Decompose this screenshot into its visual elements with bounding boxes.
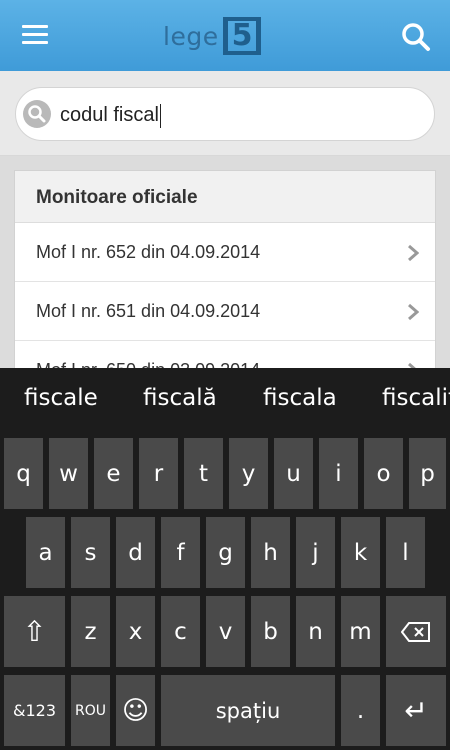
search-icon[interactable] <box>401 22 431 52</box>
key-l[interactable]: l <box>386 517 425 588</box>
key-c[interactable]: c <box>161 596 200 667</box>
logo-word: lege <box>163 21 219 51</box>
space-key[interactable]: spațiu <box>161 675 335 746</box>
text-caret <box>159 103 161 128</box>
search-input[interactable]: codul fiscal <box>15 87 435 141</box>
app-logo[interactable]: lege 5 <box>163 16 262 56</box>
key-b[interactable]: b <box>251 596 290 667</box>
results-card: Monitoare oficiale Mof I nr. 652 din 04.… <box>14 170 436 368</box>
numbers-key[interactable]: &123 <box>4 675 65 746</box>
word-suggestions: fiscale fiscală fiscala fiscalit <box>0 368 450 430</box>
key-f[interactable]: f <box>161 517 200 588</box>
list-item[interactable]: Mof I nr. 652 din 04.09.2014 <box>15 223 435 282</box>
list-item-label: Mof I nr. 651 din 04.09.2014 <box>36 301 261 321</box>
key-p[interactable]: p <box>409 438 446 509</box>
suggestion-item[interactable]: fiscalit <box>382 385 450 411</box>
results-area: Monitoare oficiale Mof I nr. 652 din 04.… <box>0 156 450 368</box>
keyboard: q w e r t y u i o p a s d f g h j k l ⇧ … <box>0 430 450 750</box>
key-j[interactable]: j <box>296 517 335 588</box>
key-h[interactable]: h <box>251 517 290 588</box>
list-item-label: Mof I nr. 652 din 04.09.2014 <box>36 242 261 262</box>
list-item[interactable]: Mof I nr. 650 din 03.09.2014 <box>15 341 435 368</box>
suggestion-item[interactable]: fiscală <box>143 385 217 411</box>
list-item-label: Mof I nr. 650 din 03.09.2014 <box>36 360 260 368</box>
key-t[interactable]: t <box>184 438 223 509</box>
key-v[interactable]: v <box>206 596 245 667</box>
key-d[interactable]: d <box>116 517 155 588</box>
suggestion-item[interactable]: fiscale <box>24 385 98 411</box>
card-title: Monitoare oficiale <box>15 171 435 223</box>
list-item[interactable]: Mof I nr. 651 din 04.09.2014 <box>15 282 435 341</box>
key-e[interactable]: e <box>94 438 133 509</box>
enter-key[interactable]: ↵ <box>386 675 446 746</box>
suggestion-item[interactable]: fiscala <box>263 385 337 411</box>
chevron-right-icon <box>408 244 419 262</box>
key-x[interactable]: x <box>116 596 155 667</box>
key-a[interactable]: a <box>26 517 65 588</box>
backspace-key[interactable] <box>386 596 446 667</box>
key-r[interactable]: r <box>139 438 178 509</box>
app-header: lege 5 <box>0 0 450 71</box>
search-field-icon <box>23 100 51 128</box>
emoji-key[interactable]: ☺ <box>116 675 155 746</box>
key-n[interactable]: n <box>296 596 335 667</box>
key-y[interactable]: y <box>229 438 268 509</box>
key-g[interactable]: g <box>206 517 245 588</box>
key-i[interactable]: i <box>319 438 358 509</box>
key-m[interactable]: m <box>341 596 380 667</box>
chevron-right-icon <box>408 303 419 321</box>
key-z[interactable]: z <box>71 596 110 667</box>
language-key[interactable]: ROU <box>71 675 110 746</box>
shift-key[interactable]: ⇧ <box>4 596 65 667</box>
period-key[interactable]: . <box>341 675 380 746</box>
key-s[interactable]: s <box>71 517 110 588</box>
search-area: codul fiscal <box>0 71 450 156</box>
search-input-value: codul fiscal <box>60 103 161 128</box>
logo-number: 5 <box>222 17 262 55</box>
key-u[interactable]: u <box>274 438 313 509</box>
key-w[interactable]: w <box>49 438 88 509</box>
menu-icon[interactable] <box>22 25 48 45</box>
key-k[interactable]: k <box>341 517 380 588</box>
key-q[interactable]: q <box>4 438 43 509</box>
key-o[interactable]: o <box>364 438 403 509</box>
backspace-icon <box>401 621 430 642</box>
